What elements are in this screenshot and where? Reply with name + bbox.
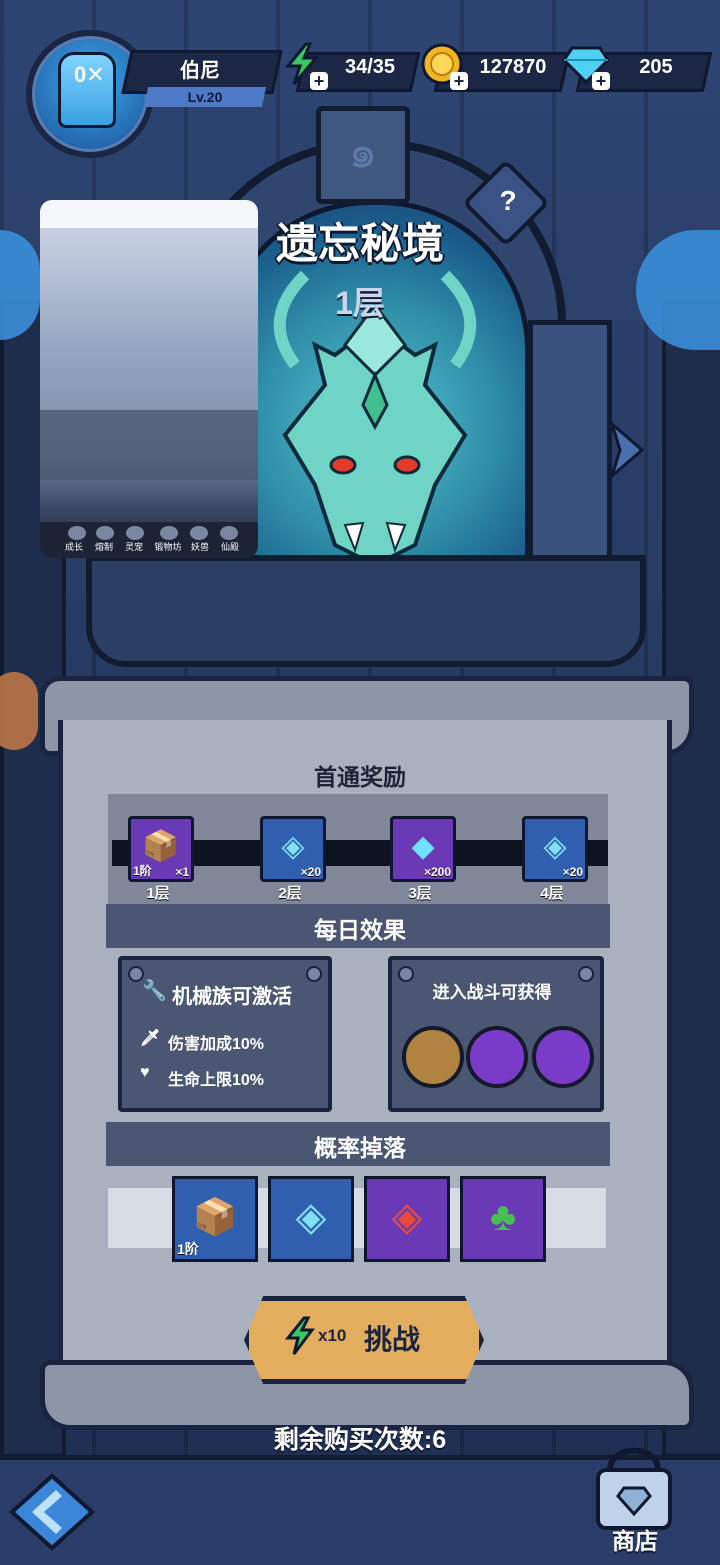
item-tier: 1阶 [177, 1241, 199, 1257]
reward-item-rune[interactable]: ◈ ×20 [260, 816, 326, 882]
gold-add-button[interactable]: + [420, 42, 468, 90]
preview-tab-label: 灵宠 [124, 542, 143, 552]
wrench-icon: 🔧 [142, 980, 167, 1002]
shop-label: 商店 [612, 1528, 658, 1554]
reward-item-chest[interactable]: 📦 1阶 ×1 [128, 816, 194, 882]
player-level: Lv.20 [187, 89, 223, 105]
challenge-label: 挑战 [364, 1324, 421, 1355]
reward-item-rune[interactable]: ◈ ×20 [522, 816, 588, 882]
reward-item-gems[interactable]: ◆ ×200 [390, 816, 456, 882]
preview-tab-icon [190, 526, 208, 540]
battle-gain-label: 进入战斗可获得 [432, 983, 552, 1002]
reward-floor-label: 1层 [146, 885, 170, 902]
drop-title: 概率掉落 [314, 1135, 406, 1161]
reward-floor-label: 4层 [540, 885, 564, 902]
lightning-icon [284, 1316, 315, 1355]
avatar-mark: 0✕ [74, 62, 105, 87]
gem-value: 205 [639, 56, 673, 78]
preview-tab-label: 仙殿 [220, 542, 239, 552]
drop-item-chest[interactable]: 📦 1阶 [172, 1176, 258, 1262]
preview-tab-icon [126, 526, 144, 540]
item-count: ×200 [423, 865, 451, 879]
item-tier: 1阶 [133, 864, 152, 878]
drop-item-clover[interactable]: ♣ [460, 1176, 546, 1262]
preview-tab-icon [220, 526, 238, 540]
hp-bonus-label: 生命上限10% [168, 1072, 265, 1089]
reward-floor-label: 3层 [408, 885, 432, 902]
rivet [306, 966, 322, 982]
rune-stone-icon: ◈ [295, 1195, 327, 1239]
challenge-cost: x10 [318, 1326, 347, 1345]
mech-activate-label: 机械族可激活 [172, 986, 292, 1008]
gold-value: 127870 [479, 56, 547, 78]
next-floor-arrow-icon[interactable] [606, 420, 646, 480]
preview-scene [40, 410, 258, 480]
gem-add-button[interactable]: + [562, 42, 610, 90]
dungeon-title: 遗忘秘境 [275, 220, 444, 267]
remaining-purchases: 剩余购买次数:6 [273, 1426, 447, 1454]
damage-bonus-label: 伤害加成10% [168, 1036, 265, 1053]
preview-tab-icon [68, 526, 86, 540]
drop-item-rune-blue[interactable]: ◈ [268, 1176, 354, 1262]
arch-keystone: ๑ [316, 106, 410, 204]
preview-tab-icon [160, 526, 178, 540]
clover-icon: ♣ [489, 1195, 517, 1239]
question-icon: ? [499, 184, 517, 216]
preview-tab-icon [96, 526, 114, 540]
portal-pedestal [86, 555, 646, 667]
energy-add-button[interactable]: + [280, 42, 328, 90]
back-button[interactable] [6, 1470, 98, 1554]
hourglass-buff-icon[interactable] [532, 1026, 594, 1088]
item-count: ×1 [175, 865, 189, 879]
sword-icon: 🗡 [140, 1030, 161, 1047]
first-clear-title: 首通奖励 [314, 764, 406, 790]
daily-effect-title: 每日效果 [314, 917, 406, 943]
item-count: ×20 [562, 865, 583, 879]
side-event-bubble[interactable] [0, 672, 38, 750]
reward-floor-label: 2层 [278, 885, 302, 902]
energy-value: 34/35 [344, 56, 396, 78]
item-count: ×20 [300, 865, 321, 879]
red-rune-icon: ◈ [391, 1195, 423, 1239]
heart-icon: ♥ [140, 1064, 150, 1081]
purple-buff-icon[interactable] [466, 1026, 528, 1088]
gameplay-video-preview[interactable]: 成长 熔制 灵宠 锻物坊 妖兽 仙殿 [40, 200, 258, 558]
dungeon-floor: 1层 [335, 285, 385, 321]
drop-item-rune-red[interactable]: ◈ [364, 1176, 450, 1262]
scroll-buff-icon[interactable] [402, 1026, 464, 1088]
preview-tab-label: 锻物坊 [154, 542, 182, 552]
player-name: 伯尼 [180, 60, 220, 82]
